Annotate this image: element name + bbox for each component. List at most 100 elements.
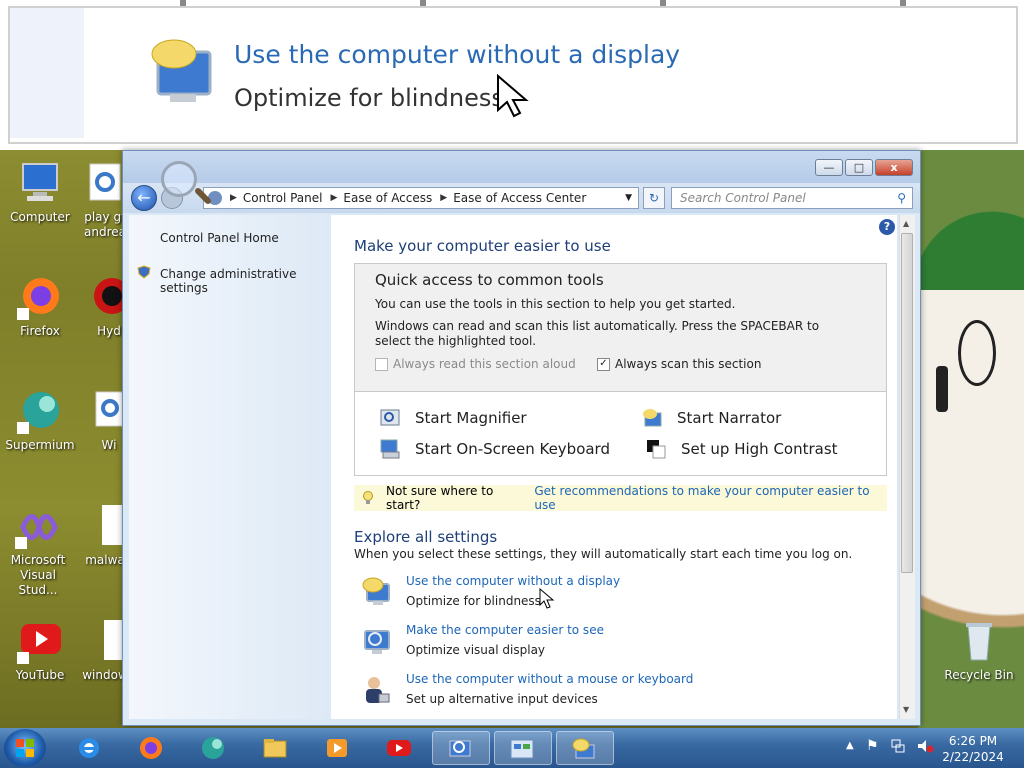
narrator-display-icon bbox=[361, 576, 393, 608]
setting-without-mouse-keyboard-link[interactable]: Use the computer without a mouse or keyb… bbox=[406, 672, 693, 686]
recommendation-tip: Not sure where to start? Get recommendat… bbox=[354, 484, 887, 512]
explore-settings-subtitle: When you select these settings, they wil… bbox=[354, 547, 853, 561]
change-admin-settings-link[interactable]: Change administrative settings bbox=[160, 267, 331, 295]
start-magnifier-link[interactable]: Start Magnifier bbox=[379, 407, 527, 429]
explore-settings-title: Explore all settings bbox=[354, 528, 498, 546]
network-icon[interactable] bbox=[890, 738, 906, 754]
mouse-cursor-icon bbox=[539, 587, 555, 610]
main-content: Make your computer easier to use ? Quick… bbox=[331, 215, 897, 719]
supermium-icon bbox=[202, 737, 224, 759]
page-title: Make your computer easier to use bbox=[354, 237, 611, 255]
navigation-bar: ← ▶ Control Panel ▶ Ease of Access ▶ Eas… bbox=[123, 183, 920, 213]
narrator-taskbar-button[interactable] bbox=[556, 731, 614, 765]
quick-access-text: You can use the tools in this section to… bbox=[375, 297, 736, 311]
help-icon[interactable]: ? bbox=[879, 219, 895, 235]
left-pane: Control Panel Home Change administrative… bbox=[129, 215, 331, 719]
maximize-button[interactable]: □ bbox=[845, 159, 873, 176]
quick-access-section: Quick access to common tools You can use… bbox=[354, 263, 887, 392]
control-panel-taskbar-button[interactable] bbox=[494, 731, 552, 765]
setting-easier-to-see-desc: Optimize visual display bbox=[406, 643, 546, 657]
mouse-cursor-icon bbox=[496, 73, 530, 118]
user-input-device-icon bbox=[361, 674, 393, 706]
search-icon[interactable]: ⚲ bbox=[897, 188, 906, 208]
breadcrumb-ease-of-access-center[interactable]: Ease of Access Center bbox=[453, 191, 586, 205]
folder-icon bbox=[263, 739, 287, 758]
computer-icon bbox=[17, 160, 63, 206]
display-magnifier-icon bbox=[361, 625, 393, 657]
internet-explorer-taskbar-button[interactable] bbox=[62, 731, 116, 765]
youtube-icon bbox=[17, 618, 63, 664]
system-tray: ▲ ⚑ 6:26 PM 2/22/2024 bbox=[840, 728, 1024, 768]
action-center-flag-icon[interactable]: ⚑ bbox=[866, 738, 879, 754]
title-bar[interactable]: — □ x bbox=[123, 151, 920, 183]
taskbar: ▲ ⚑ 6:26 PM 2/22/2024 bbox=[0, 728, 1024, 768]
magnifier-icon bbox=[449, 740, 471, 757]
clock-time: 6:26 PM bbox=[948, 734, 998, 748]
magnifier-icon bbox=[379, 407, 401, 429]
control-panel-home-link[interactable]: Control Panel Home bbox=[160, 231, 279, 245]
show-hidden-icons-icon[interactable]: ▲ bbox=[846, 740, 854, 751]
magnifier-taskbar-button[interactable] bbox=[432, 731, 490, 765]
magnifier-lens-icon bbox=[161, 161, 197, 197]
magnified-link[interactable]: Use the computer without a display bbox=[234, 40, 680, 69]
clock[interactable]: 6:26 PM 2/22/2024 bbox=[940, 733, 1006, 765]
high-contrast-icon bbox=[645, 438, 667, 460]
ease-of-access-window: — □ x ← ▶ Control Panel ▶ Ease of Access… bbox=[122, 150, 921, 726]
firefox-taskbar-button[interactable] bbox=[124, 731, 178, 765]
quick-access-scan-text: Windows can read and scan this list auto… bbox=[375, 319, 820, 348]
set-up-high-contrast-link[interactable]: Set up High Contrast bbox=[645, 438, 838, 460]
setting-without-mouse-keyboard-desc: Set up alternative input devices bbox=[406, 692, 598, 706]
refresh-icon[interactable]: ↻ bbox=[643, 187, 665, 209]
breadcrumb-ease-of-access[interactable]: Ease of Access bbox=[343, 191, 432, 205]
scroll-down-icon[interactable]: ▼ bbox=[903, 705, 909, 714]
breadcrumb-control-panel[interactable]: Control Panel bbox=[243, 191, 323, 205]
desktop-icon-supermium[interactable]: Supermium bbox=[2, 388, 78, 453]
narrator-icon bbox=[572, 738, 595, 759]
quick-access-title: Quick access to common tools bbox=[375, 271, 604, 289]
recycle-bin-icon bbox=[956, 618, 1002, 664]
desktop-icon-visual-studio[interactable]: Microsoft Visual Stud... bbox=[0, 503, 76, 598]
narrator-display-icon bbox=[148, 38, 218, 104]
setting-without-display-link[interactable]: Use the computer without a display bbox=[406, 574, 620, 588]
media-player-taskbar-button[interactable] bbox=[310, 731, 364, 765]
address-bar[interactable]: ▶ Control Panel ▶ Ease of Access ▶ Ease … bbox=[203, 187, 639, 209]
start-button[interactable] bbox=[4, 729, 46, 767]
keyboard-icon bbox=[379, 438, 401, 460]
desktop-icon-firefox[interactable]: Firefox bbox=[2, 274, 78, 339]
close-button[interactable]: x bbox=[875, 159, 913, 176]
desktop-icon-recycle-bin[interactable]: Recycle Bin bbox=[936, 618, 1022, 683]
scroll-up-icon[interactable]: ▲ bbox=[903, 219, 909, 228]
start-narrator-link[interactable]: Start Narrator bbox=[641, 407, 781, 429]
checkmark-icon: ✓ bbox=[597, 357, 610, 371]
desktop-icon-computer[interactable]: Computer bbox=[2, 160, 78, 225]
volume-muted-icon[interactable] bbox=[916, 738, 934, 754]
back-button[interactable]: ← bbox=[131, 185, 157, 211]
desktop-icon-youtube[interactable]: YouTube bbox=[2, 618, 78, 683]
start-on-screen-keyboard-link[interactable]: Start On-Screen Keyboard bbox=[379, 438, 610, 460]
supermium-icon bbox=[17, 388, 63, 434]
magnified-description: Optimize for blindness bbox=[234, 84, 504, 112]
scrollbar-thumb[interactable] bbox=[901, 233, 913, 573]
file-explorer-taskbar-button[interactable] bbox=[248, 731, 302, 765]
setting-easier-to-see-link[interactable]: Make the computer easier to see bbox=[406, 623, 604, 637]
chevron-down-icon[interactable]: ▼ bbox=[625, 193, 632, 203]
youtube-taskbar-button[interactable] bbox=[372, 731, 426, 765]
clock-date: 2/22/2024 bbox=[942, 750, 1004, 764]
shield-icon bbox=[137, 265, 151, 279]
visual-studio-icon bbox=[15, 503, 61, 549]
narrator-icon bbox=[641, 407, 663, 429]
magnifier-view: Use the computer without a display Optim… bbox=[0, 0, 1024, 150]
firefox-icon bbox=[17, 274, 63, 320]
tools-section: Start Magnifier Start Narrator Start On-… bbox=[354, 392, 887, 476]
windows-logo-icon bbox=[16, 739, 34, 757]
lightbulb-icon bbox=[362, 491, 374, 505]
get-recommendations-link[interactable]: Get recommendations to make your compute… bbox=[534, 484, 887, 512]
minimize-button[interactable]: — bbox=[815, 159, 843, 176]
firefox-icon bbox=[140, 737, 162, 759]
supermium-taskbar-button[interactable] bbox=[186, 731, 240, 765]
internet-explorer-icon bbox=[79, 738, 99, 758]
search-input[interactable]: Search Control Panel ⚲ bbox=[671, 187, 913, 209]
read-aloud-checkbox[interactable]: Always read this section aloud bbox=[375, 357, 576, 371]
vertical-scrollbar[interactable]: ▲ ▼ bbox=[899, 215, 915, 719]
scan-checkbox[interactable]: ✓ Always scan this section bbox=[597, 357, 761, 371]
